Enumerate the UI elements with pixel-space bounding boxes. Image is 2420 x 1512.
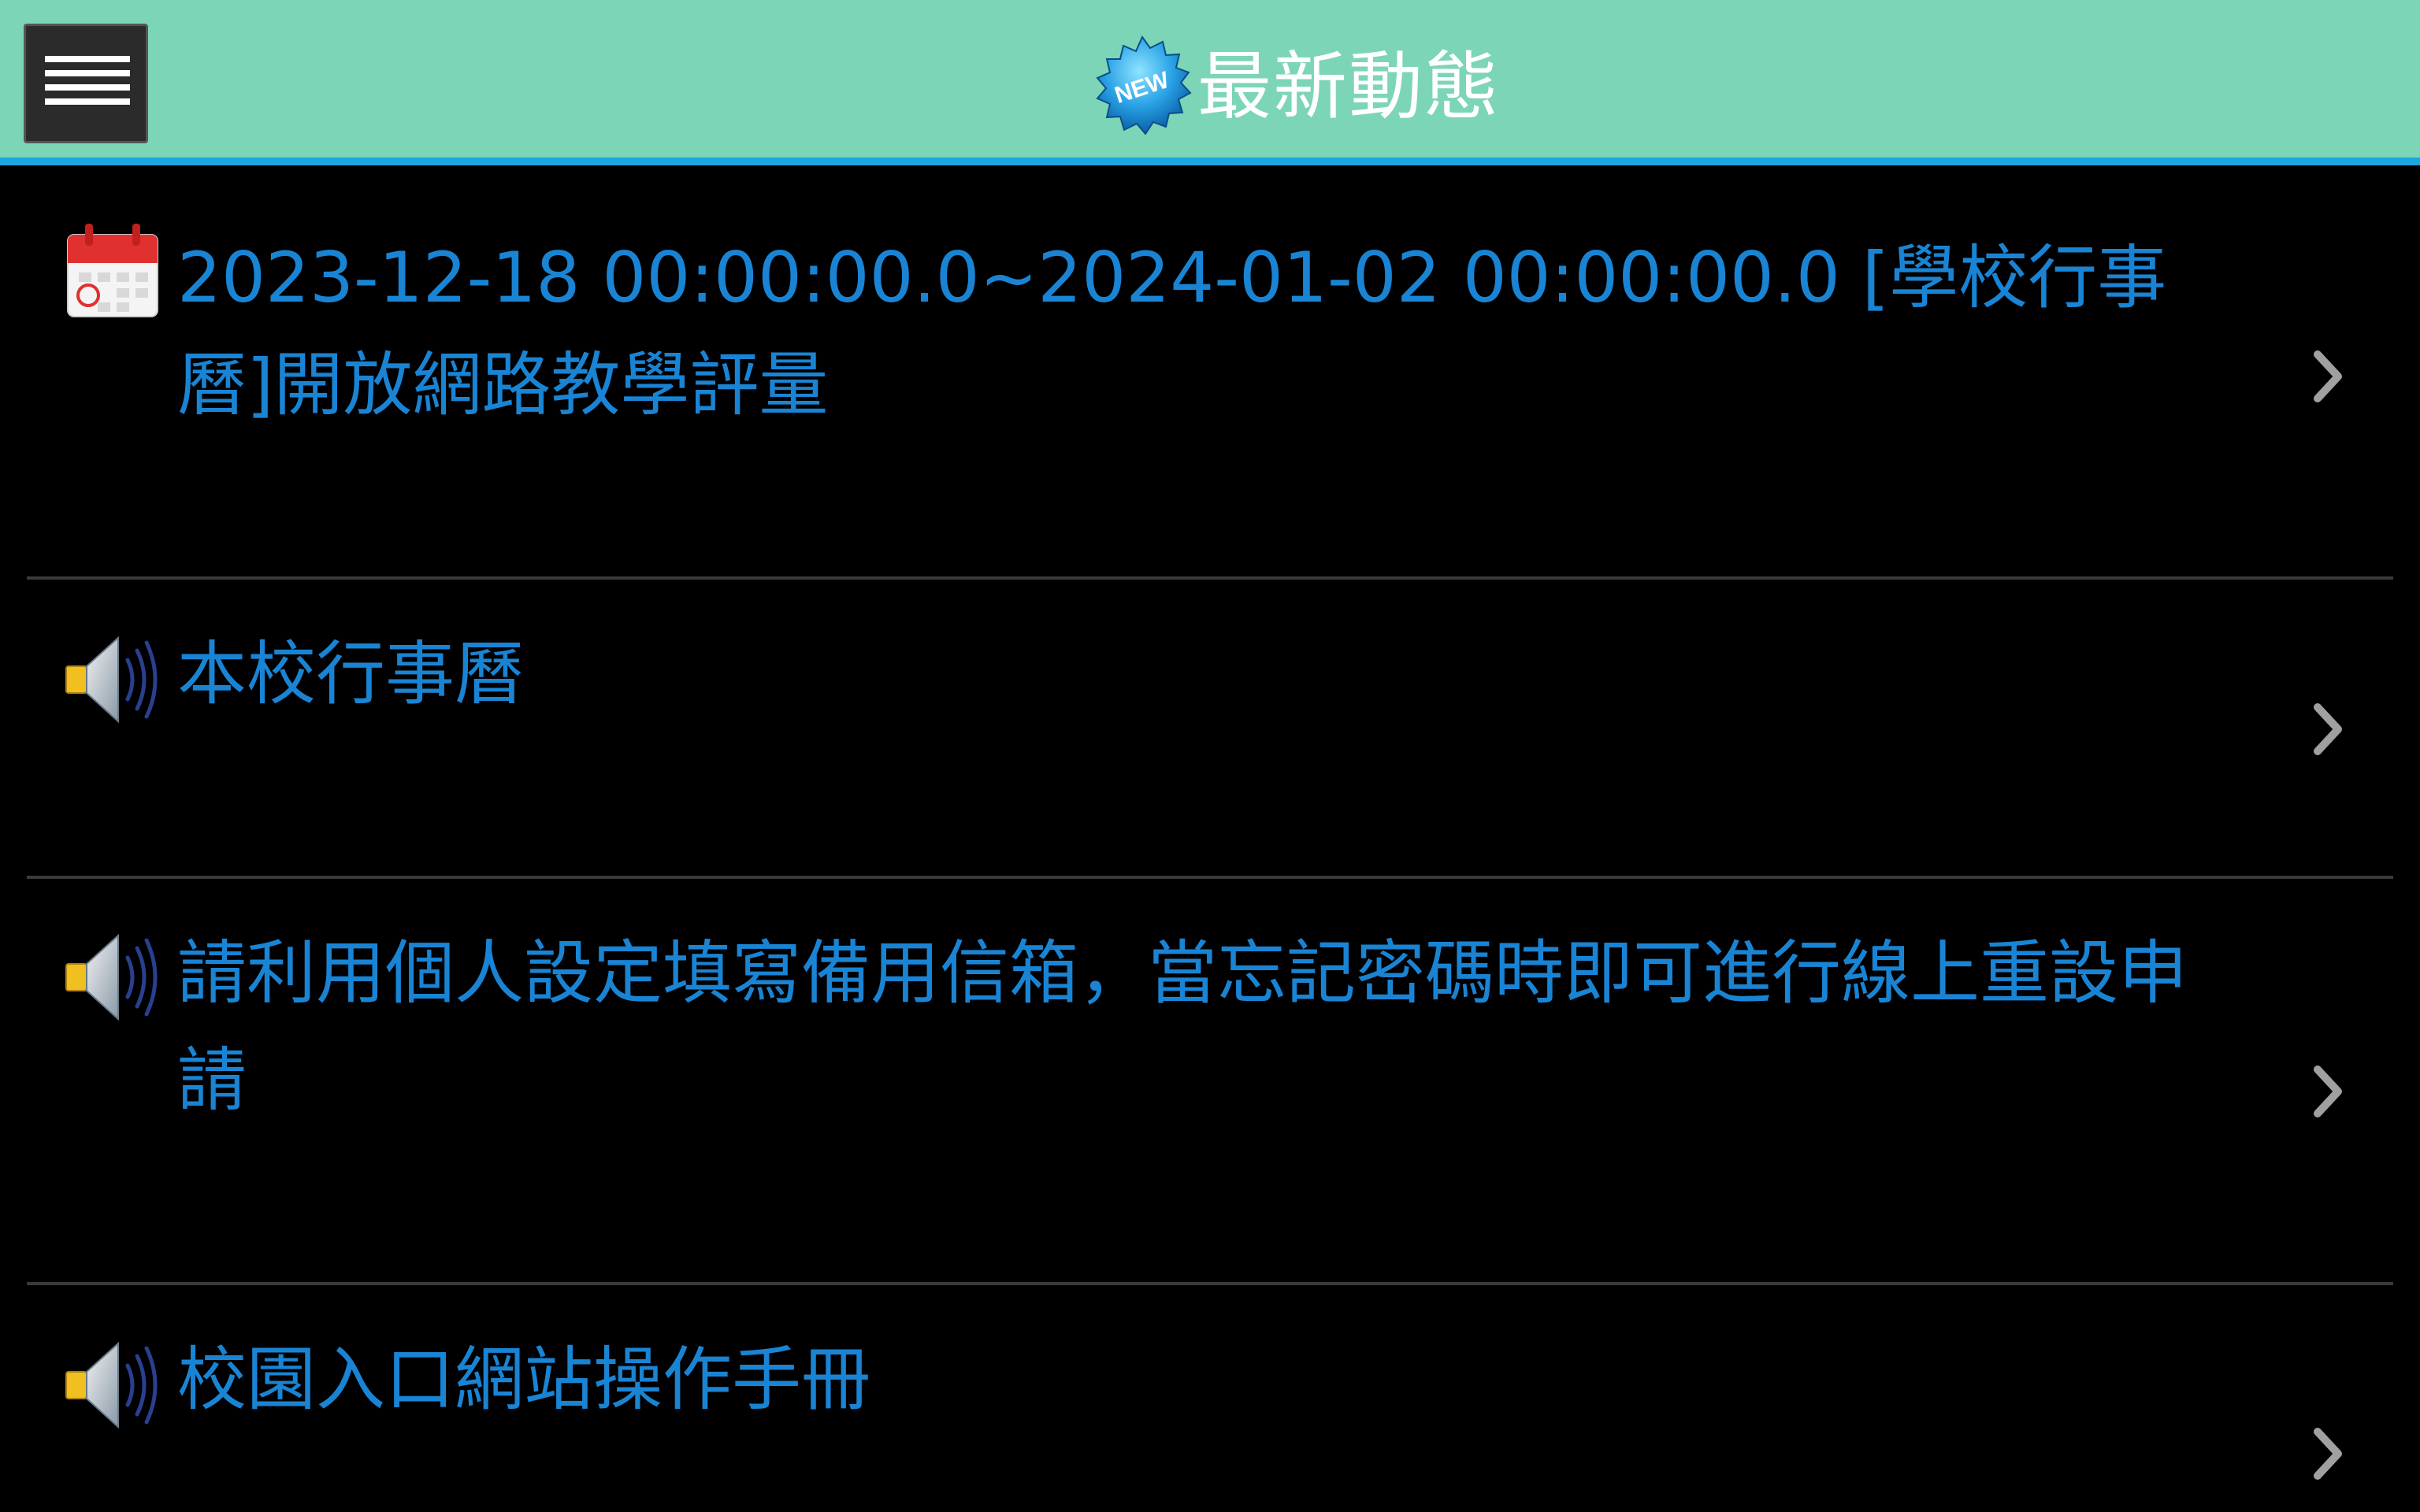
news-item-text[interactable]: 2023-12-18 00:00:00.0~2024-01-02 00:00:0… — [177, 224, 2241, 439]
page-title-group: NEW 最新動態 — [1087, 35, 1500, 156]
news-item[interactable]: 本校行事曆 — [0, 580, 2420, 879]
menu-bar — [45, 70, 130, 76]
menu-bar — [45, 84, 130, 91]
news-item[interactable]: 2023-12-18 00:00:00.0~2024-01-02 00:00:0… — [0, 173, 2420, 580]
chevron-right-icon — [2314, 1065, 2342, 1117]
page-title: 最新動態 — [1197, 44, 1501, 130]
news-item[interactable]: 校園入口網站操作手冊 — [0, 1285, 2420, 1512]
chevron-right-icon — [2314, 1428, 2342, 1480]
speaker-icon — [65, 636, 158, 724]
news-item-text[interactable]: 本校行事曆 — [177, 621, 2241, 728]
speaker-icon — [65, 1341, 158, 1429]
news-item-text[interactable]: 請利用個人設定填寫備用信箱，當忘記密碼時即可進行線上重設申請 — [177, 920, 2241, 1134]
menu-bar — [45, 98, 130, 105]
chevron-right-icon — [2314, 350, 2342, 402]
chevron-right-icon — [2314, 703, 2342, 755]
new-badge-icon: NEW — [1096, 35, 1192, 135]
menu-bar — [45, 56, 130, 62]
calendar-icon — [67, 224, 158, 317]
news-item[interactable]: 請利用個人設定填寫備用信箱，當忘記密碼時即可進行線上重設申請 — [0, 879, 2420, 1285]
hamburger-menu-icon[interactable] — [24, 24, 148, 143]
news-item-text[interactable]: 校園入口網站操作手冊 — [177, 1326, 2241, 1433]
speaker-icon — [65, 933, 158, 1021]
app-header: NEW 最新動態 — [0, 0, 2420, 165]
